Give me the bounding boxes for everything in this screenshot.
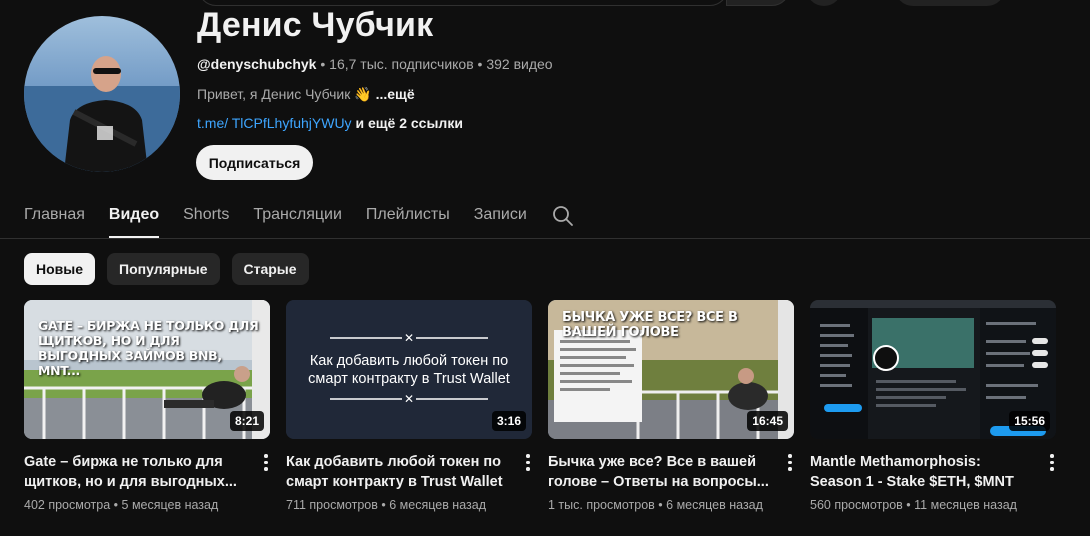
video-thumbnail[interactable]: 15:56 — [810, 300, 1056, 439]
more-vert-icon[interactable] — [785, 454, 795, 472]
svg-text:✕: ✕ — [404, 331, 414, 345]
video-views: 402 просмотра — [24, 498, 111, 512]
video-title[interactable]: Бычка уже все? Все в вашей голове – Отве… — [548, 452, 770, 492]
video-meta: 711 просмотров • 6 месяцев назад — [286, 498, 532, 512]
search-button[interactable] — [726, 0, 790, 6]
video-meta: 560 просмотров • 11 месяцев назад — [810, 498, 1056, 512]
video-card[interactable]: 15:56 Mantle Methamorphosis: Season 1 - … — [810, 300, 1056, 512]
channel-avatar[interactable] — [24, 16, 180, 172]
video-meta: 1 тыс. просмотров • 6 месяцев назад — [548, 498, 794, 512]
more-vert-icon[interactable] — [261, 454, 271, 472]
chip-oldest[interactable]: Старые — [231, 253, 309, 285]
tab-live[interactable]: Трансляции — [253, 198, 342, 238]
channel-description[interactable]: Привет, я Денис Чубчик 👋 ...ещё — [197, 86, 415, 103]
more-vert-icon[interactable] — [523, 454, 533, 472]
tab-videos[interactable]: Видео — [108, 198, 160, 238]
channel-name: Денис Чубчик — [197, 6, 434, 44]
more-links[interactable]: и ещё 2 ссылки — [355, 115, 462, 131]
video-title[interactable]: Как добавить любой токен по смарт контра… — [286, 452, 508, 492]
video-views: 711 просмотров — [286, 498, 378, 512]
video-card[interactable]: БЫЧКА УЖЕ ВСЕ? ВСЕ В ВАШЕЙ ГОЛОВЕ 16:45 … — [548, 300, 794, 512]
thumbnail-caption: Как добавить любой токен по смарт контра… — [308, 353, 510, 387]
video-card[interactable]: GATE – БИРЖА НЕ ТОЛЬКО ДЛЯ ЩИТКОВ, НО И … — [24, 300, 270, 512]
video-views: 1 тыс. просмотров — [548, 498, 655, 512]
subscribe-button[interactable]: Подписаться — [196, 145, 313, 180]
chip-popular[interactable]: Популярные — [107, 253, 220, 285]
video-duration: 3:16 — [491, 411, 526, 431]
tab-shorts[interactable]: Shorts — [183, 198, 229, 238]
subscriber-count: 16,7 тыс. подписчиков — [329, 56, 474, 72]
video-duration: 16:45 — [747, 411, 788, 431]
meta-separator: • — [381, 498, 386, 512]
tabs-divider — [0, 238, 1090, 239]
meta-separator: • — [113, 498, 119, 512]
video-age: 6 месяцев назад — [389, 498, 486, 512]
meta-separator: • — [906, 498, 911, 512]
voice-search-button[interactable] — [806, 0, 842, 6]
video-views: 560 просмотров — [810, 498, 903, 512]
video-age: 11 месяцев назад — [914, 498, 1017, 512]
meta-separator: • — [320, 56, 326, 72]
more-vert-icon[interactable] — [1047, 454, 1057, 472]
tab-posts[interactable]: Записи — [474, 198, 527, 238]
tab-home[interactable]: Главная — [24, 198, 85, 238]
meta-separator: • — [658, 498, 663, 512]
tab-playlists[interactable]: Плейлисты — [366, 198, 450, 238]
description-text: Привет, я Денис Чубчик 👋 — [197, 86, 372, 102]
video-age: 5 месяцев назад — [121, 498, 219, 512]
channel-tabs: Главная Видео Shorts Трансляции Плейлист… — [24, 198, 551, 238]
meta-separator: • — [477, 56, 483, 72]
video-duration: 15:56 — [1009, 411, 1050, 431]
telegram-link[interactable]: t.me/ TlCPfLhyfuhjYWUy — [197, 115, 352, 131]
chip-newest[interactable]: Новые — [24, 253, 96, 285]
video-thumbnail[interactable]: БЫЧКА УЖЕ ВСЕ? ВСЕ В ВАШЕЙ ГОЛОВЕ 16:45 — [548, 300, 794, 439]
channel-meta: @denyschubchyk • 16,7 тыс. подписчиков •… — [197, 56, 553, 72]
channel-handle: @denyschubchyk — [197, 56, 317, 72]
video-thumbnail[interactable]: GATE – БИРЖА НЕ ТОЛЬКО ДЛЯ ЩИТКОВ, НО И … — [24, 300, 270, 439]
video-thumbnail[interactable]: ✕ ✕ Как добавить любой токен по смарт ко… — [286, 300, 532, 439]
description-more-link[interactable]: ...ещё — [376, 86, 415, 102]
video-title[interactable]: Gate – биржа не только для щитков, но и … — [24, 452, 246, 492]
thumbnail-caption: GATE – БИРЖА НЕ ТОЛЬКО ДЛЯ ЩИТКОВ, НО И … — [38, 318, 259, 378]
video-meta: 402 просмотра • 5 месяцев назад — [24, 498, 270, 512]
video-age: 6 месяцев назад — [666, 498, 763, 512]
search-icon[interactable] — [552, 205, 574, 227]
sort-chips: Новые Популярные Старые — [24, 253, 321, 285]
svg-text:✕: ✕ — [404, 392, 414, 406]
video-title[interactable]: Mantle Methamorphosis: Season 1 - Stake … — [810, 452, 1032, 492]
video-duration: 8:21 — [229, 411, 264, 431]
thumbnail-caption: БЫЧКА УЖЕ ВСЕ? ВСЕ В ВАШЕЙ ГОЛОВЕ — [562, 310, 738, 340]
video-card[interactable]: ✕ ✕ Как добавить любой токен по смарт ко… — [286, 300, 532, 512]
header-account-button[interactable] — [895, 0, 1005, 6]
channel-links: t.me/ TlCPfLhyfuhjYWUy и ещё 2 ссылки — [197, 115, 463, 131]
video-count: 392 видео — [486, 56, 553, 72]
